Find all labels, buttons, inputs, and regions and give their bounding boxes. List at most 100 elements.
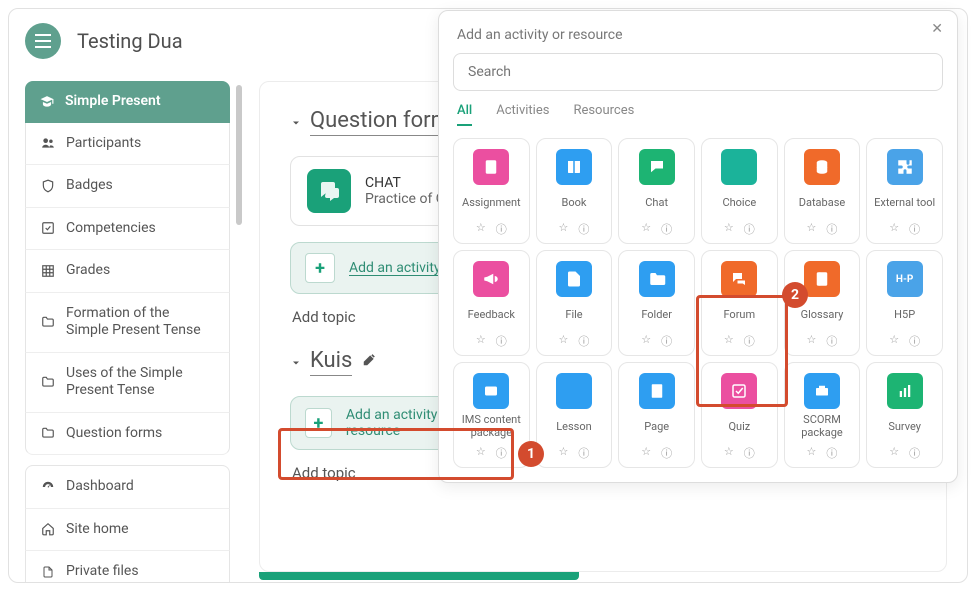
page-icon (639, 373, 675, 409)
activity-card-label: Book (562, 191, 587, 215)
sidebar-item-site-home[interactable]: Site home (25, 509, 230, 552)
info-icon[interactable]: ⓘ (826, 221, 837, 237)
star-icon[interactable]: ☆ (476, 333, 486, 349)
pencil-icon[interactable] (362, 353, 376, 371)
activity-card-external-tool[interactable]: External tool☆ⓘ (866, 138, 943, 244)
star-icon[interactable]: ☆ (889, 333, 899, 349)
star-icon[interactable]: ☆ (476, 221, 486, 237)
star-icon[interactable]: ☆ (724, 333, 734, 349)
activity-card-database[interactable]: Database ☆ ⓘ (784, 138, 861, 244)
sidebar-item-grades[interactable]: Grades (25, 250, 230, 293)
activities-grid: Assignment☆ⓘBook☆ⓘChat☆ⓘChoice☆ⓘDatabase… (453, 138, 943, 468)
activity-card-page[interactable]: Page ☆ ⓘ (618, 362, 695, 468)
dashboard-icon (40, 479, 56, 495)
sidebar-item-participants[interactable]: Participants (25, 123, 230, 166)
modal-tabs: All Activities Resources (453, 91, 943, 132)
info-icon[interactable]: ⓘ (496, 333, 507, 349)
callout-badge-1: 1 (518, 441, 544, 467)
sidebar-item-course[interactable]: Simple Present (25, 81, 230, 123)
sidebar-item-label: Grades (66, 262, 110, 280)
sidebar-item-badges[interactable]: Badges (25, 165, 230, 208)
book-icon (556, 149, 592, 185)
tab-all[interactable]: All (457, 103, 472, 126)
info-icon[interactable]: ⓘ (578, 333, 589, 349)
scrollbar[interactable] (236, 85, 242, 225)
activity-card-label: SCORM package (789, 415, 856, 439)
info-icon[interactable]: ⓘ (496, 445, 507, 461)
sidebar-item-label: Participants (66, 135, 141, 153)
info-icon[interactable]: ⓘ (744, 221, 755, 237)
activity-card-book[interactable]: Book ☆ ⓘ (536, 138, 613, 244)
star-icon[interactable]: ☆ (724, 445, 734, 461)
activity-card-label: Forum (723, 303, 755, 327)
sidebar-item-question-forms[interactable]: Question forms (25, 413, 230, 456)
star-icon[interactable]: ☆ (559, 333, 569, 349)
activity-card-chat[interactable]: Chat☆ⓘ (618, 138, 695, 244)
info-icon[interactable]: ⓘ (661, 445, 672, 461)
shield-icon (40, 178, 56, 194)
activity-card-file[interactable]: File ☆ ⓘ (536, 250, 613, 356)
info-icon[interactable]: ⓘ (744, 333, 755, 349)
activity-card-survey[interactable]: Survey☆ⓘ (866, 362, 943, 468)
activity-card-forum[interactable]: Forum ☆ ⓘ (701, 250, 778, 356)
star-icon[interactable]: ☆ (807, 333, 817, 349)
chevron-down-icon (290, 110, 300, 135)
info-icon[interactable]: ⓘ (578, 221, 589, 237)
info-icon[interactable]: ⓘ (909, 221, 920, 237)
star-icon[interactable]: ☆ (476, 445, 486, 461)
star-icon[interactable]: ☆ (641, 445, 651, 461)
activity-card-scorm-package[interactable]: SCORM package ☆ ⓘ (784, 362, 861, 468)
sidebar-item-dashboard[interactable]: Dashboard (25, 465, 230, 509)
info-icon[interactable]: ⓘ (496, 221, 507, 237)
activity-card-label: Database (799, 191, 845, 215)
info-icon[interactable]: ⓘ (826, 333, 837, 349)
activity-card-assignment[interactable]: Assignment ☆ ⓘ (453, 138, 530, 244)
activity-card-label: Assignment (462, 191, 521, 215)
star-icon[interactable]: ☆ (641, 333, 651, 349)
close-icon[interactable]: ✕ (931, 21, 943, 37)
search-input[interactable] (453, 53, 943, 91)
tab-activities[interactable]: Activities (496, 103, 549, 126)
forum-icon (721, 261, 757, 297)
activity-card-h5p[interactable]: H-PH5P☆ⓘ (866, 250, 943, 356)
plus-icon: + (305, 408, 332, 438)
activity-card-folder[interactable]: Folder ☆ ⓘ (618, 250, 695, 356)
info-icon[interactable]: ⓘ (744, 445, 755, 461)
star-icon[interactable]: ☆ (559, 445, 569, 461)
modal-title: Add an activity or resource (453, 23, 943, 53)
info-icon[interactable]: ⓘ (661, 221, 672, 237)
sidebar-item-formation[interactable]: Formation of the Simple Present Tense (25, 293, 230, 353)
info-icon[interactable]: ⓘ (826, 445, 837, 461)
plus-icon: + (305, 253, 335, 283)
star-icon[interactable]: ☆ (641, 221, 651, 237)
activity-card-label: Page (644, 415, 669, 439)
sidebar-item-uses[interactable]: Uses of the Simple Present Tense (25, 353, 230, 413)
section-title-text: Kuis (310, 348, 352, 376)
star-icon[interactable]: ☆ (807, 221, 817, 237)
check-square-icon (40, 220, 56, 236)
activity-card-quiz[interactable]: Quiz☆ⓘ (701, 362, 778, 468)
activity-card-label: Folder (641, 303, 672, 327)
star-icon[interactable]: ☆ (559, 221, 569, 237)
activity-card-label: Glossary (801, 303, 844, 327)
info-icon[interactable]: ⓘ (661, 333, 672, 349)
info-icon[interactable]: ⓘ (909, 445, 920, 461)
tab-resources[interactable]: Resources (573, 103, 634, 126)
star-icon[interactable]: ☆ (807, 445, 817, 461)
hamburger-icon (35, 34, 51, 48)
star-icon[interactable]: ☆ (889, 221, 899, 237)
activity-card-choice[interactable]: Choice☆ⓘ (701, 138, 778, 244)
progress-bar (259, 572, 579, 580)
activity-card-label: File (565, 303, 582, 327)
activity-card-feedback[interactable]: Feedback☆ⓘ (453, 250, 530, 356)
activity-card-lesson[interactable]: Lesson☆ⓘ (536, 362, 613, 468)
info-icon[interactable]: ⓘ (578, 445, 589, 461)
star-icon[interactable]: ☆ (889, 445, 899, 461)
info-icon[interactable]: ⓘ (909, 333, 920, 349)
star-icon[interactable]: ☆ (724, 221, 734, 237)
hamburger-button[interactable] (25, 23, 61, 59)
sidebar-item-private-files[interactable]: Private files (25, 551, 230, 583)
h5p-icon: H-P (887, 261, 923, 297)
course-title: Testing Dua (77, 29, 183, 53)
sidebar-item-competencies[interactable]: Competencies (25, 208, 230, 251)
